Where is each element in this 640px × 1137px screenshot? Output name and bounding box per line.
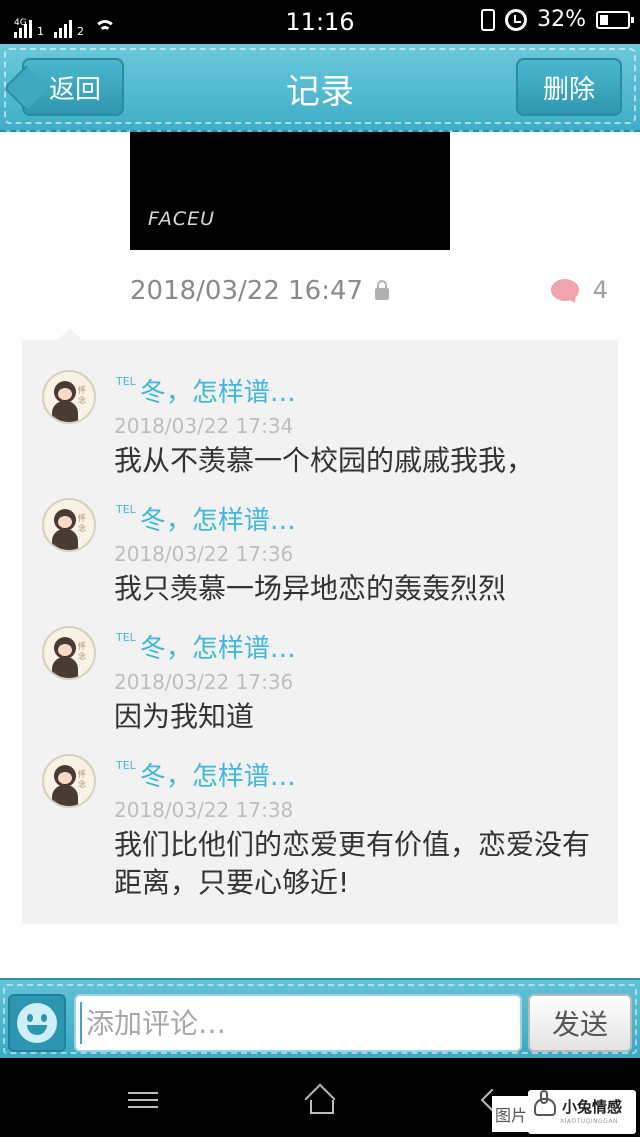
watermark-left: 图片 [492, 1096, 530, 1132]
comment-time: 2018/03/22 17:34 [114, 414, 294, 438]
emoji-button[interactable] [8, 994, 66, 1052]
commenter-name[interactable]: TEL 冬，怎样谱… [116, 372, 296, 409]
comment-text: 我从不羡慕一个校园的戚戚我我， [114, 444, 535, 477]
status-icons-right: 32% [481, 7, 634, 32]
screen: 4G 1 2 11:16 32% 返回 记录 删除 FACEU 2018/03/… [0, 0, 640, 1137]
watermark-logo: 小兔情感 XIAOTUQINGGAN [528, 1090, 636, 1134]
comment-time: 2018/03/22 17:38 [114, 798, 294, 822]
battery-icon [596, 10, 634, 29]
name-prefix: TEL [116, 759, 136, 772]
send-button[interactable]: 发送 [528, 994, 632, 1052]
avatar[interactable]: 怀念 [42, 754, 96, 808]
comment-count: 4 [592, 276, 608, 304]
commenter-name-text: 冬，怎样谱… [139, 634, 296, 664]
comment-counter[interactable]: 4 [550, 276, 608, 304]
watermark-brand: 小兔情感 [562, 1098, 623, 1116]
smiley-icon [17, 1003, 57, 1043]
avatar-text: 怀念 [78, 514, 86, 533]
alarm-icon [505, 8, 528, 31]
delete-button-label: 删除 [542, 74, 595, 105]
menu-icon[interactable] [128, 1092, 158, 1108]
commenter-name[interactable]: TEL 冬，怎样谱… [116, 500, 296, 537]
status-bar: 4G 1 2 11:16 32% [0, 0, 640, 44]
avatar-text: 怀念 [78, 642, 86, 661]
avatar[interactable]: 怀念 [42, 370, 96, 424]
rabbit-icon [534, 1090, 556, 1116]
post-timestamp: 2018/03/22 16:47 [130, 276, 364, 306]
comment-input[interactable] [74, 994, 522, 1052]
vibrate-icon [481, 8, 496, 31]
watermark-sub: XIAOTUQINGGAN [560, 1118, 619, 1125]
comment-bubble-icon [550, 279, 579, 301]
comment-input-bar: 发送 [0, 978, 640, 1058]
lock-icon [375, 280, 390, 300]
avatar-text: 怀念 [78, 770, 86, 789]
title-bar: 返回 记录 删除 [0, 44, 640, 132]
comment-time: 2018/03/22 17:36 [114, 670, 294, 694]
comment-text: 因为我知道 [114, 700, 255, 733]
name-prefix: TEL [116, 631, 136, 644]
battery-percent: 32% [537, 7, 586, 32]
name-prefix: TEL [116, 503, 136, 516]
avatar-text: 怀念 [78, 386, 86, 405]
commenter-name-text: 冬，怎样谱… [139, 762, 296, 792]
avatar[interactable]: 怀念 [42, 626, 96, 680]
comment-time: 2018/03/22 17:36 [114, 542, 294, 566]
comment-text: 我只羡慕一场异地恋的轰轰烈烈 [114, 572, 507, 605]
commenter-name[interactable]: TEL 冬，怎样谱… [116, 756, 296, 793]
avatar[interactable]: 怀念 [42, 498, 96, 552]
name-prefix: TEL [116, 375, 136, 388]
post-meta: 2018/03/22 16:47 [130, 276, 390, 306]
post-photo[interactable]: FACEU [130, 132, 450, 250]
comment-text: 我们比他们的恋爱更有价值，恋爱没有距离，只要心够近! [114, 828, 591, 899]
commenter-name-text: 冬，怎样谱… [139, 378, 296, 408]
commenter-name[interactable]: TEL 冬，怎样谱… [116, 628, 296, 665]
send-button-label: 发送 [551, 1008, 608, 1041]
photo-watermark: FACEU [148, 208, 215, 230]
home-icon[interactable] [304, 1086, 336, 1114]
delete-button[interactable]: 删除 [516, 58, 622, 116]
text-cursor [80, 1002, 82, 1044]
comment-list: 怀念 TEL 冬，怎样谱… 2018/03/22 17:34 我从不羡慕一个校园的… [22, 328, 618, 924]
commenter-name-text: 冬，怎样谱… [139, 506, 296, 536]
